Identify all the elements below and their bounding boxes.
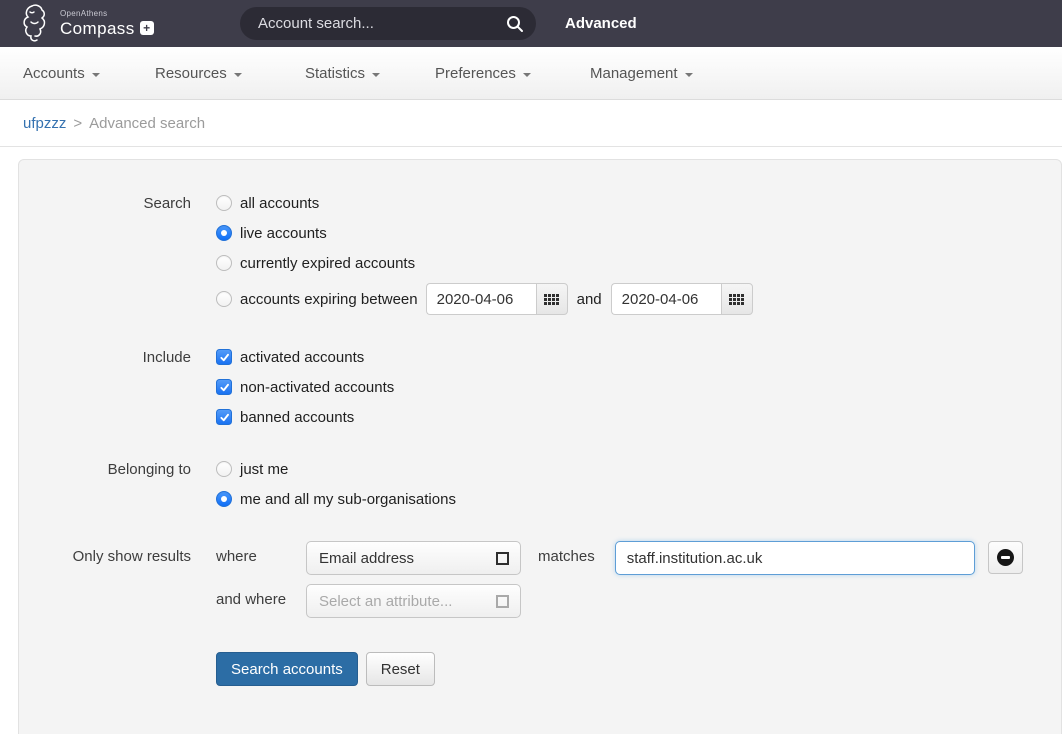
date-to-input[interactable] xyxy=(611,283,721,315)
breadcrumb-org-link[interactable]: ufpzzz xyxy=(23,115,66,132)
plus-badge-icon: + xyxy=(140,21,154,35)
include-group-label: Include xyxy=(19,347,191,427)
account-search[interactable] xyxy=(240,7,536,40)
top-navbar: OpenAthens Compass + Advanced xyxy=(0,0,1062,47)
radio-me-and-sub-orgs[interactable]: me and all my sub-organisations xyxy=(216,489,456,509)
search-icon[interactable] xyxy=(506,15,524,33)
menu-statistics-label: Statistics xyxy=(305,65,365,82)
radio-checked-icon[interactable] xyxy=(216,225,232,241)
filter-group: Only show results where Email address ma… xyxy=(19,541,1061,686)
filter-and-where-label: and where xyxy=(216,584,306,608)
account-search-input[interactable] xyxy=(258,15,506,32)
radio-expired-accounts[interactable]: currently expired accounts xyxy=(216,253,753,273)
attribute-select[interactable]: Email address xyxy=(306,541,521,575)
radio-unchecked-icon[interactable] xyxy=(216,461,232,477)
radio-unchecked-icon[interactable] xyxy=(216,195,232,211)
matches-label: matches xyxy=(538,548,595,565)
search-group-label: Search xyxy=(19,193,191,315)
dates-and-label: and xyxy=(577,291,602,308)
breadcrumb-current: Advanced search xyxy=(89,115,205,132)
brand-name-label: Compass xyxy=(60,20,135,37)
radio-all-accounts-label: all accounts xyxy=(240,195,319,212)
belonging-group-label: Belonging to xyxy=(19,459,191,509)
date-to-group xyxy=(611,283,753,315)
breadcrumb-separator: > xyxy=(73,115,82,132)
caret-down-icon xyxy=(372,73,380,77)
radio-me-and-sub-orgs-label: me and all my sub-organisations xyxy=(240,491,456,508)
attribute-select-empty[interactable]: Select an attribute... xyxy=(306,584,521,618)
checkbox-checked-icon[interactable] xyxy=(216,379,232,395)
caret-down-icon xyxy=(685,73,693,77)
reset-button[interactable]: Reset xyxy=(366,652,435,686)
radio-checked-icon[interactable] xyxy=(216,491,232,507)
calendar-grid-icon xyxy=(544,294,559,305)
attribute-select-placeholder: Select an attribute... xyxy=(319,593,452,610)
advanced-link[interactable]: Advanced xyxy=(565,0,637,47)
menu-preferences[interactable]: Preferences xyxy=(435,47,531,100)
radio-live-accounts[interactable]: live accounts xyxy=(216,223,753,243)
dropdown-glyph-icon xyxy=(496,595,509,608)
filter-row-1: where Email address matches xyxy=(216,541,1023,575)
date-to-calendar-button[interactable] xyxy=(721,283,753,315)
remove-filter-button[interactable] xyxy=(988,541,1023,574)
brand-text: OpenAthens Compass + xyxy=(60,10,154,37)
checkbox-non-activated-label: non-activated accounts xyxy=(240,379,394,396)
menu-resources-label: Resources xyxy=(155,65,227,82)
date-from-calendar-button[interactable] xyxy=(536,283,568,315)
filter-value-input[interactable] xyxy=(615,541,975,575)
calendar-grid-icon xyxy=(729,294,744,305)
checkbox-checked-icon[interactable] xyxy=(216,409,232,425)
checkbox-banned-label: banned accounts xyxy=(240,409,354,426)
filter-group-label: Only show results xyxy=(19,541,191,686)
openathens-owl-icon xyxy=(18,3,54,43)
menu-preferences-label: Preferences xyxy=(435,65,516,82)
radio-all-accounts[interactable]: all accounts xyxy=(216,193,753,213)
radio-expiring-between[interactable]: accounts expiring between and xyxy=(216,283,753,315)
menu-resources[interactable]: Resources xyxy=(155,47,242,100)
search-accounts-button[interactable]: Search accounts xyxy=(216,652,358,686)
attribute-select-value: Email address xyxy=(319,550,414,567)
filter-where-label: where xyxy=(216,541,306,565)
radio-unchecked-icon[interactable] xyxy=(216,291,232,307)
breadcrumb: ufpzzz > Advanced search xyxy=(0,100,1062,147)
form-actions: Search accounts Reset xyxy=(216,652,1023,686)
advanced-search-panel: Search all accounts live accounts curren… xyxy=(18,159,1062,734)
radio-expiring-between-label: accounts expiring between xyxy=(240,291,418,308)
caret-down-icon xyxy=(234,73,242,77)
menu-management-label: Management xyxy=(590,65,678,82)
checkmark-icon xyxy=(219,412,230,423)
checkmark-icon xyxy=(219,352,230,363)
checkbox-activated-label: activated accounts xyxy=(240,349,364,366)
date-from-input[interactable] xyxy=(426,283,536,315)
radio-unchecked-icon[interactable] xyxy=(216,255,232,271)
radio-expired-accounts-label: currently expired accounts xyxy=(240,255,415,272)
main-menubar: Accounts Resources Statistics Preference… xyxy=(0,47,1062,100)
menu-management[interactable]: Management xyxy=(590,47,693,100)
radio-just-me-label: just me xyxy=(240,461,288,478)
menu-accounts-label: Accounts xyxy=(23,65,85,82)
include-group: Include activated accounts non-activated… xyxy=(19,347,1061,427)
checkbox-checked-icon[interactable] xyxy=(216,349,232,365)
brand-small-label: OpenAthens xyxy=(60,10,154,18)
checkbox-activated-accounts[interactable]: activated accounts xyxy=(216,347,394,367)
checkmark-icon xyxy=(219,382,230,393)
checkbox-banned-accounts[interactable]: banned accounts xyxy=(216,407,394,427)
radio-just-me[interactable]: just me xyxy=(216,459,456,479)
radio-live-accounts-label: live accounts xyxy=(240,225,327,242)
date-from-group xyxy=(426,283,568,315)
checkbox-non-activated-accounts[interactable]: non-activated accounts xyxy=(216,377,394,397)
belonging-group: Belonging to just me me and all my sub-o… xyxy=(19,459,1061,509)
filter-row-2: and where Select an attribute... xyxy=(216,584,1023,618)
search-group: Search all accounts live accounts curren… xyxy=(19,193,1061,315)
dropdown-glyph-icon xyxy=(496,552,509,565)
caret-down-icon xyxy=(92,73,100,77)
minus-circle-icon xyxy=(997,549,1014,566)
openathens-compass-logo[interactable]: OpenAthens Compass + xyxy=(18,3,154,43)
caret-down-icon xyxy=(523,73,531,77)
menu-statistics[interactable]: Statistics xyxy=(305,47,380,100)
menu-accounts[interactable]: Accounts xyxy=(23,47,100,100)
